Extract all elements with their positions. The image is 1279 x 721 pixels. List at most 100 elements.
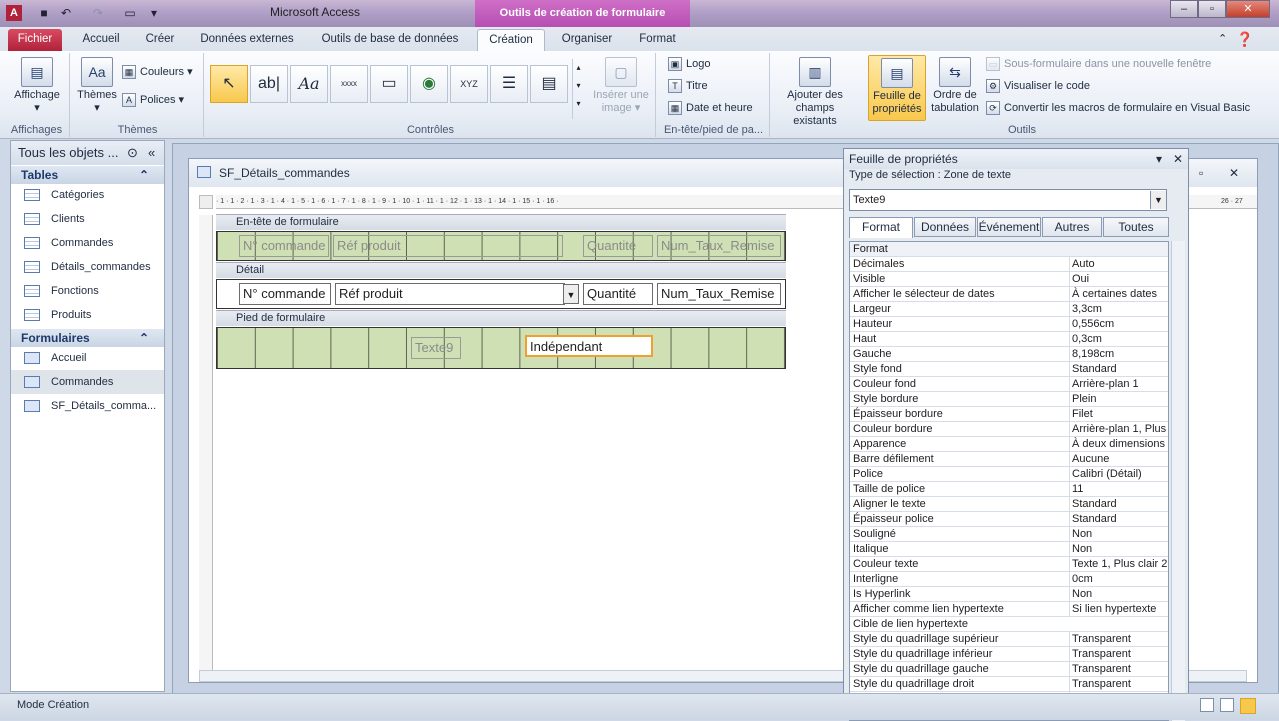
navigation-control-icon[interactable]: ☰ bbox=[490, 65, 528, 103]
property-value[interactable]: Non bbox=[1069, 587, 1168, 601]
property-row[interactable]: Épaisseur police Standard bbox=[850, 512, 1168, 527]
nav-table-item[interactable]: Catégories bbox=[11, 183, 164, 207]
nav-table-item[interactable]: Fonctions bbox=[11, 279, 164, 303]
combo-control-icon[interactable]: ▤ bbox=[530, 65, 568, 103]
property-row[interactable]: Haut 0,3cm bbox=[850, 332, 1168, 347]
property-value[interactable]: Plein bbox=[1069, 392, 1168, 406]
property-value[interactable]: 8,198cm bbox=[1069, 347, 1168, 361]
close-icon[interactable]: ✕ bbox=[1173, 149, 1183, 169]
prop-tab-autres[interactable]: Autres bbox=[1042, 217, 1102, 237]
property-value[interactable]: Si lien hypertexte bbox=[1069, 602, 1168, 616]
detail-field-quantite[interactable]: Quantité bbox=[583, 283, 653, 305]
property-value[interactable]: Calibri (Détail) bbox=[1069, 467, 1168, 481]
property-value[interactable]: Non bbox=[1069, 527, 1168, 541]
property-row[interactable]: Visible Oui bbox=[850, 272, 1168, 287]
nav-dropdown-icon[interactable]: ⊙ bbox=[127, 141, 138, 165]
header-label-ncommande[interactable]: N° commande bbox=[239, 235, 329, 257]
restore-button[interactable]: ▫ bbox=[1198, 0, 1226, 18]
form-selector[interactable] bbox=[199, 195, 213, 209]
nav-table-item[interactable]: Produits bbox=[11, 303, 164, 327]
collapse-ribbon-icon[interactable]: ⌃ bbox=[1218, 32, 1227, 45]
property-row[interactable]: Apparence À deux dimensions bbox=[850, 437, 1168, 452]
property-row[interactable]: Aligner le texte Standard bbox=[850, 497, 1168, 512]
property-row[interactable]: Interligne 0cm bbox=[850, 572, 1168, 587]
open-folder-icon[interactable]: ▭ bbox=[122, 5, 138, 21]
property-row[interactable]: Style du quadrillage inférieur Transparen… bbox=[850, 647, 1168, 662]
property-row[interactable]: Hauteur 0,556cm bbox=[850, 317, 1168, 332]
property-value[interactable]: Transparent bbox=[1069, 632, 1168, 646]
web-browser-control-icon[interactable]: XYZ bbox=[450, 65, 488, 103]
header-label-refproduit[interactable]: Réf produit bbox=[333, 235, 563, 257]
property-value[interactable]: Standard bbox=[1069, 512, 1168, 526]
property-row[interactable]: Barre défilement Aucune bbox=[850, 452, 1168, 467]
property-value[interactable]: À deux dimensions bbox=[1069, 437, 1168, 451]
property-row[interactable]: Style fond Standard bbox=[850, 362, 1168, 377]
layout-view-icon[interactable] bbox=[1220, 698, 1234, 712]
property-value[interactable]: Aucune bbox=[1069, 452, 1168, 466]
chevron-down-icon[interactable]: ▾ bbox=[1156, 149, 1162, 169]
property-row[interactable]: Afficher comme lien hypertexte Si lien hy… bbox=[850, 602, 1168, 617]
tab-creation[interactable]: Création bbox=[477, 29, 545, 51]
help-icon[interactable]: ❓ bbox=[1236, 31, 1253, 48]
property-row[interactable]: Style du quadrillage gauche Transparent bbox=[850, 662, 1168, 677]
combo-dropdown-icon[interactable]: ▼ bbox=[563, 284, 579, 304]
customize-qat-icon[interactable]: ▾ bbox=[146, 5, 162, 21]
restore-doc-icon[interactable]: ▫ bbox=[1199, 159, 1203, 187]
nav-section-formulaires[interactable]: Formulaires ⌃ bbox=[11, 329, 164, 347]
nav-header[interactable]: Tous les objets ... ⊙ « bbox=[11, 141, 164, 165]
property-value[interactable]: Texte 1, Plus clair 2 bbox=[1069, 557, 1168, 571]
band-entete[interactable]: En-tête de formulaire bbox=[216, 214, 786, 230]
save-icon[interactable]: ■ bbox=[36, 5, 52, 21]
selection-combo[interactable]: Texte9 bbox=[849, 189, 1167, 211]
tab-outils-bdd[interactable]: Outils de base de données bbox=[310, 29, 470, 51]
property-sheet-title[interactable]: Feuille de propriétés ▾ ✕ bbox=[844, 149, 1188, 169]
nav-collapse-icon[interactable]: « bbox=[148, 141, 155, 165]
nav-table-item[interactable]: Clients bbox=[11, 207, 164, 231]
tab-donnees-externes[interactable]: Données externes bbox=[192, 29, 302, 51]
property-row[interactable]: Style du quadrillage droit Transparent bbox=[850, 677, 1168, 692]
nav-table-item[interactable]: Commandes bbox=[11, 231, 164, 255]
property-row[interactable]: Italique Non bbox=[850, 542, 1168, 557]
themes-button[interactable]: Aa Thèmes ▾ bbox=[74, 57, 120, 115]
couleurs-button[interactable]: ▦ Couleurs ▾ bbox=[122, 63, 193, 81]
tab-creer[interactable]: Créer bbox=[136, 29, 184, 51]
property-row[interactable]: Format bbox=[850, 242, 1168, 257]
nav-section-tables[interactable]: Tables ⌃ bbox=[11, 166, 164, 184]
close-doc-icon[interactable]: ✕ bbox=[1229, 159, 1239, 187]
property-value[interactable]: Non bbox=[1069, 542, 1168, 556]
convertir-macros-button[interactable]: ⟳ Convertir les macros de formulaire en V… bbox=[986, 99, 1250, 117]
property-row[interactable]: Police Calibri (Détail) bbox=[850, 467, 1168, 482]
ajouter-champs-button[interactable]: ▥ Ajouter des champs existants bbox=[774, 57, 856, 128]
tab-control-icon[interactable]: ▭ bbox=[370, 65, 408, 103]
property-value[interactable]: 0,3cm bbox=[1069, 332, 1168, 346]
controls-gallery-more[interactable]: ▴ ▾ ▾ bbox=[572, 59, 584, 119]
property-value[interactable]: Standard bbox=[1069, 497, 1168, 511]
property-row[interactable]: Largeur 3,3cm bbox=[850, 302, 1168, 317]
hyperlink-control-icon[interactable]: ◉ bbox=[410, 65, 448, 103]
property-value[interactable]: Transparent bbox=[1069, 677, 1168, 691]
property-value[interactable]: Filet bbox=[1069, 407, 1168, 421]
property-value[interactable]: À certaines dates bbox=[1069, 287, 1168, 301]
logo-button[interactable]: ▣ Logo bbox=[668, 55, 710, 73]
detail-field-remise[interactable]: Num_Taux_Remise bbox=[657, 283, 781, 305]
polices-button[interactable]: A Polices ▾ bbox=[122, 91, 184, 109]
design-view-icon[interactable] bbox=[1240, 698, 1256, 714]
select-pointer-icon[interactable]: ↖ bbox=[210, 65, 248, 103]
button-control-icon[interactable]: xxxx bbox=[330, 65, 368, 103]
property-value[interactable]: 3,3cm bbox=[1069, 302, 1168, 316]
titre-button[interactable]: T Titre bbox=[668, 77, 708, 95]
header-label-remise[interactable]: Num_Taux_Remise bbox=[657, 235, 781, 257]
minimize-button[interactable]: – bbox=[1170, 0, 1198, 18]
property-row[interactable]: Couleur texte Texte 1, Plus clair 2 bbox=[850, 557, 1168, 572]
property-value[interactable]: Transparent bbox=[1069, 662, 1168, 676]
property-value[interactable]: Arrière-plan 1 bbox=[1069, 377, 1168, 391]
nav-form-item[interactable]: SF_Détails_comma... bbox=[11, 394, 164, 418]
feuille-proprietes-button[interactable]: ▤ Feuille de propriétés bbox=[868, 55, 926, 121]
property-value[interactable]: Oui bbox=[1069, 272, 1168, 286]
date-heure-button[interactable]: ▦ Date et heure bbox=[668, 99, 753, 117]
footer-textbox-independant[interactable]: Indépendant bbox=[525, 335, 653, 357]
footer-label-texte9[interactable]: Texte9 bbox=[411, 337, 461, 359]
label-control-icon[interactable]: Aa bbox=[290, 65, 328, 103]
visualiser-code-button[interactable]: ⚙ Visualiser le code bbox=[986, 77, 1090, 95]
ordre-tabulation-button[interactable]: ⇆ Ordre de tabulation bbox=[928, 57, 982, 115]
